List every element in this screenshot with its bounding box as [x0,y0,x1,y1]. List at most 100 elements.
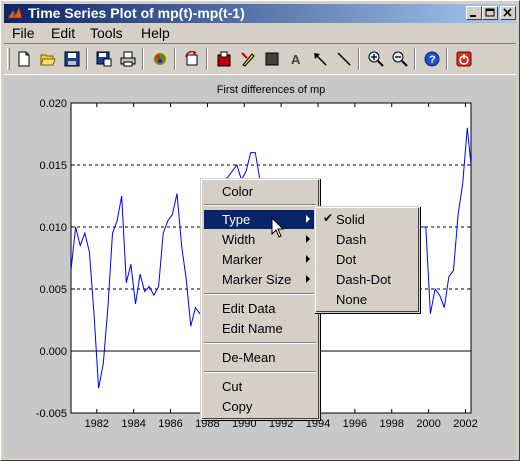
submenu-arrow-icon [306,235,310,243]
y-tick-label: 0.005 [39,284,67,296]
submenu-label: Dash-Dot [336,272,391,287]
save-button[interactable] [62,49,82,69]
line-type-dash[interactable]: Dash [318,230,416,249]
ctx-label: De-Mean [222,350,276,365]
matlab-logo-icon [7,6,23,19]
help-icon: ? [424,51,440,67]
mouse-cursor-icon [271,217,285,238]
menu-tools[interactable]: Tools [90,25,123,41]
zoom-out-icon [392,51,408,67]
ctx-de-mean[interactable]: De-Mean [204,348,316,367]
submenu-arrow-icon [306,275,310,283]
zoom-in-icon [368,51,384,67]
exit-button[interactable] [454,49,474,69]
save-copy-icon [96,51,112,67]
submenu-label: None [336,292,368,307]
arrow-icon [314,53,327,66]
rotate-icon [185,51,198,66]
text-button[interactable]: A [286,49,306,69]
ctx-label: Edit Name [222,321,283,336]
ctx-label: Copy [222,399,253,414]
minimize-icon [470,15,476,17]
line-type-none[interactable]: None [318,290,416,309]
submenu-label: Dot [336,252,357,267]
rectangle-icon [265,52,279,66]
x-tick-label: 1996 [343,418,367,430]
toolbar-separator [358,48,360,70]
zoom-out-button[interactable] [390,49,410,69]
toolbar-grip[interactable] [7,48,10,70]
menu-edit[interactable]: Edit [51,25,75,41]
export-button[interactable] [214,49,234,69]
toolbar-separator [206,48,208,70]
ctx-cut[interactable]: Cut [204,377,316,396]
menu-separator [204,342,316,344]
insert-edit-icon [241,52,255,67]
menu-separator [204,371,316,373]
save-icon [64,51,80,67]
menu-separator [204,293,316,295]
checkmark-icon: ✔ [323,211,334,225]
exit-icon [456,51,472,67]
print-button[interactable] [118,49,138,69]
submenu-arrow-icon [306,255,310,263]
x-tick-label: 1984 [121,418,145,430]
submenu-arrow-icon [306,215,310,223]
x-tick-label: 1986 [158,418,182,430]
toolbar-separator [174,48,176,70]
ctx-width[interactable]: Width [204,230,316,249]
ctx-label: Type [222,212,251,227]
maximize-button[interactable] [482,6,498,20]
toolbar-separator [86,48,88,70]
print-icon [120,51,136,67]
toolbar-separator [414,48,416,70]
menu-help[interactable]: Help [141,25,170,41]
colormap-button[interactable] [150,49,170,69]
zoom-in-button[interactable] [366,49,386,69]
ctx-marker-size[interactable]: Marker Size [204,270,316,289]
x-tick-label: 2000 [416,418,440,430]
ctx-marker[interactable]: Marker [204,250,316,269]
x-tick-label: 1998 [379,418,403,430]
line-icon [337,52,351,66]
x-tick-label: 2002 [453,418,477,430]
submenu-label: Solid [336,212,365,227]
ctx-color[interactable]: Color [204,182,316,201]
maximize-icon [485,8,495,17]
submenu-label: Dash [336,232,367,247]
line-button[interactable] [334,49,354,69]
toolbar: A ? [4,43,516,75]
ctx-label: Width [222,232,256,247]
colormap-icon [154,53,166,65]
rectangle-button[interactable] [262,49,282,69]
line-type-dot[interactable]: Dot [318,250,416,269]
type-submenu: ✔ Solid Dash Dot Dash-Dot None [314,206,420,313]
menu-file[interactable]: File [12,25,35,41]
y-tick-label: 0.015 [39,160,67,172]
line-type-dash-dot[interactable]: Dash-Dot [318,270,416,289]
open-button[interactable] [38,49,58,69]
ctx-copy[interactable]: Copy [204,397,316,416]
save-copy-button[interactable] [94,49,114,69]
help-button[interactable]: ? [422,49,442,69]
close-button[interactable] [500,6,516,20]
y-tick-label: 0.000 [39,346,67,358]
svg-text:?: ? [429,54,436,66]
insert-edit-button[interactable] [238,49,258,69]
new-button[interactable] [14,49,34,69]
open-icon [40,54,56,66]
y-tick-label: -0.005 [36,408,67,420]
line-type-solid[interactable]: ✔ Solid [318,210,416,229]
ctx-edit-data[interactable]: Edit Data [204,299,316,318]
export-icon [217,51,231,67]
ctx-type[interactable]: Type [204,210,316,229]
new-icon [18,51,30,67]
ctx-edit-name[interactable]: Edit Name [204,319,316,338]
rotate-button[interactable] [182,49,202,69]
title-bar[interactable]: Time Series Plot of mp(t)-mp(t-1) [4,4,516,23]
arrow-button[interactable] [310,49,330,69]
minimize-button[interactable] [466,6,482,20]
menu-bar: File Edit Tools Help [4,24,516,42]
y-tick-label: 0.020 [39,98,67,110]
ctx-label: Marker [222,252,263,267]
